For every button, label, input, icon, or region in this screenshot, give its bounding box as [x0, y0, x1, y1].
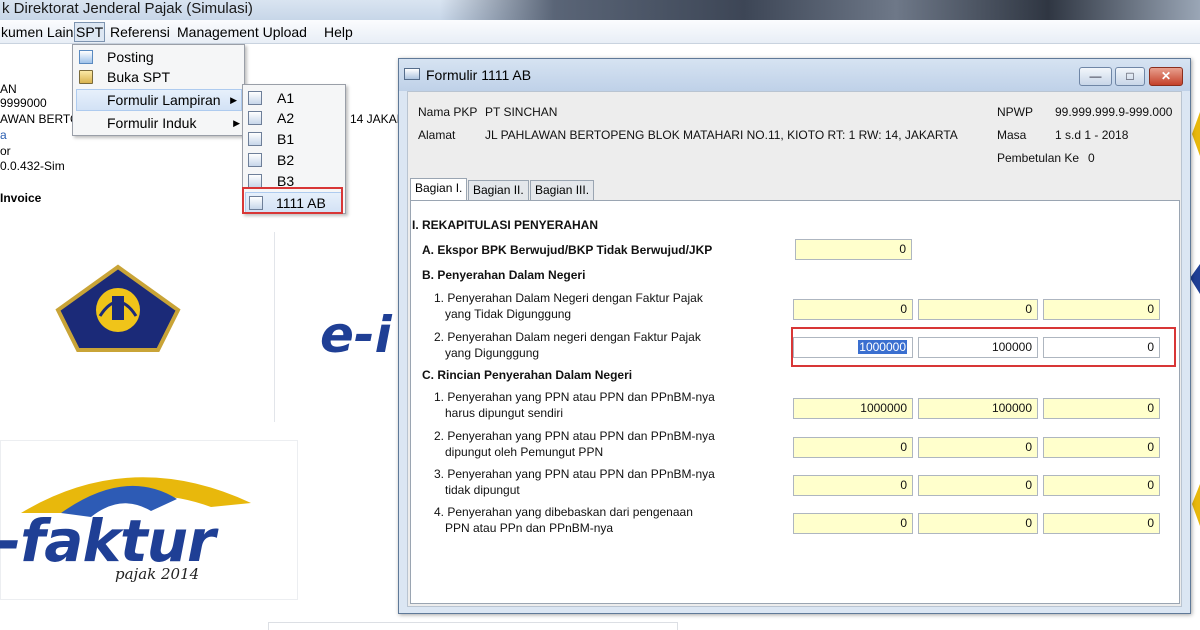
section-c-label: C. Rincian Penyerahan Dalam Negeri: [422, 368, 633, 382]
menubar: kumen Lain SPT Referensi Management Uplo…: [0, 20, 1200, 44]
info-line-1: AN: [0, 82, 17, 96]
efaktur-tagline: pajak 2014: [115, 565, 200, 583]
tab-bagian-2[interactable]: Bagian II.: [468, 180, 529, 200]
c4-label-line2: PPN atau PPn dan PPnBM-nya: [445, 521, 614, 535]
ekspor-field[interactable]: 0: [795, 239, 912, 260]
app-title: k Direktorat Jenderal Pajak (Simulasi): [2, 0, 253, 17]
submenu-item-b1[interactable]: B1: [243, 129, 345, 149]
b2-label-line1: 2. Penyerahan Dalam negeri dengan Faktur…: [434, 330, 701, 344]
b1-field-ppnbm[interactable]: 0: [1043, 299, 1160, 320]
minimize-button[interactable]: —: [1079, 67, 1112, 86]
c2-label-line2: dipungut oleh Pemungut PPN: [445, 445, 604, 459]
info-line-3: AWAN BERTO: [0, 112, 80, 126]
highlight-box-1111ab: [242, 187, 343, 214]
efaktur-logo-panel: -faktur pajak 2014: [0, 440, 298, 600]
c1-label-line2: harus dipungut sendiri: [445, 406, 564, 420]
form-doc-icon: [248, 153, 262, 167]
menu-dokumen-lain[interactable]: kumen Lain: [0, 22, 74, 42]
info-line-5: or: [0, 144, 11, 158]
bottom-panel-edge: [268, 622, 678, 630]
dialog-title: Formulir 1111 AB: [426, 67, 532, 83]
menu-referensi[interactable]: Referensi: [109, 22, 171, 42]
posting-icon: [79, 50, 93, 64]
b1-label-line1: 1. Penyerahan Dalam Negeri dengan Faktur…: [434, 291, 703, 305]
submenu-item-a2[interactable]: A2: [243, 108, 345, 128]
c3-label-line1: 3. Penyerahan yang PPN atau PPN dan PPnB…: [434, 467, 715, 481]
efaktur-big-wordmark: e-i: [320, 306, 392, 364]
submenu-arrow-icon: ▶: [230, 95, 237, 105]
close-button[interactable]: ✕: [1149, 67, 1183, 86]
submenu-item-a1[interactable]: A1: [243, 88, 345, 108]
form-doc-icon: [248, 174, 262, 188]
c2-field-ppnbm[interactable]: 0: [1043, 437, 1160, 458]
c1-field-dpp[interactable]: 1000000: [793, 398, 913, 419]
form-doc-icon: [248, 91, 262, 105]
npwp-value: 99.999.999.9-999.000: [1055, 105, 1173, 119]
c1-field-ppn[interactable]: 100000: [918, 398, 1038, 419]
tab-bagian-1[interactable]: Bagian I.: [410, 178, 468, 201]
menu-item-formulir-lampiran[interactable]: Formulir Lampiran ▶: [76, 89, 242, 111]
nama-pkp-value: PT SINCHAN: [485, 105, 558, 119]
form-doc-icon: [248, 132, 262, 146]
pembetulan-value: 0: [1088, 151, 1095, 165]
menu-item-buka-spt[interactable]: Buka SPT: [73, 67, 244, 87]
masa-label: Masa: [997, 128, 1027, 142]
b1-field-dpp[interactable]: 0: [793, 299, 913, 320]
menu-item-posting[interactable]: Posting: [73, 47, 244, 67]
section-b-label: B. Penyerahan Dalam Negeri: [422, 268, 586, 282]
app-titlebar: k Direktorat Jenderal Pajak (Simulasi): [0, 0, 1200, 20]
c4-field-ppnbm[interactable]: 0: [1043, 513, 1160, 534]
menu-spt[interactable]: SPT: [74, 22, 106, 42]
alamat-value: JL PAHLAWAN BERTOPENG BLOK MATAHARI NO.1…: [485, 128, 958, 142]
folder-icon: [79, 70, 93, 84]
invoice-label: Invoice: [0, 191, 42, 205]
dialog-titlebar[interactable]: Formulir 1111 AB — □ ✕: [399, 59, 1190, 91]
c4-field-dpp[interactable]: 0: [793, 513, 913, 534]
pembetulan-label: Pembetulan Ke: [997, 151, 1080, 165]
b2-label-line2: yang Digunggung: [445, 346, 540, 360]
menu-item-formulir-induk[interactable]: Formulir Induk ▶: [73, 113, 244, 133]
window-app-icon: [404, 68, 420, 80]
masa-value: 1 s.d 1 - 2018: [1055, 128, 1129, 142]
b1-field-ppn[interactable]: 0: [918, 299, 1038, 320]
info-line-6: 0.0.432-Sim: [0, 159, 65, 173]
c1-label-line1: 1. Penyerahan yang PPN atau PPN dan PPnB…: [434, 390, 715, 404]
spt-dropdown-menu: Posting Buka SPT Formulir Lampiran ▶ For…: [72, 44, 245, 136]
submenu-item-b2[interactable]: B2: [243, 150, 345, 170]
highlight-box-b2-row: [791, 327, 1176, 367]
form-doc-icon: [248, 111, 262, 125]
c3-field-dpp[interactable]: 0: [793, 475, 913, 496]
menu-management-upload[interactable]: Management Upload: [176, 22, 308, 42]
info-line-2: 9999000: [0, 96, 47, 110]
maximize-button[interactable]: □: [1115, 67, 1145, 86]
section-a-label: A. Ekspor BPK Berwujud/BKP Tidak Berwuju…: [422, 243, 713, 257]
alamat-label: Alamat: [418, 128, 456, 142]
c4-label-line1: 4. Penyerahan yang dibebaskan dari penge…: [434, 505, 693, 519]
b1-label-line2: yang Tidak Digunggung: [445, 307, 572, 321]
bagian-1-panel: I. REKAPITULASI PENYERAHAN A. Ekspor BPK…: [410, 200, 1180, 604]
c2-field-ppn[interactable]: 0: [918, 437, 1038, 458]
menu-help[interactable]: Help: [323, 22, 354, 42]
tab-bagian-3[interactable]: Bagian III.: [530, 180, 595, 200]
c3-label-line2: tidak dipungut: [445, 483, 520, 497]
c1-field-ppnbm[interactable]: 0: [1043, 398, 1160, 419]
info-line-4: a: [0, 128, 7, 142]
npwp-label: NPWP: [997, 105, 1033, 119]
c2-field-dpp[interactable]: 0: [793, 437, 913, 458]
djp-logo-panel: [0, 232, 275, 422]
c2-label-line1: 2. Penyerahan yang PPN atau PPN dan PPnB…: [434, 429, 715, 443]
c4-field-ppn[interactable]: 0: [918, 513, 1038, 534]
c3-field-ppnbm[interactable]: 0: [1043, 475, 1160, 496]
submenu-arrow-icon: ▶: [233, 118, 240, 128]
c3-field-ppn[interactable]: 0: [918, 475, 1038, 496]
djp-emblem-icon: [55, 264, 181, 352]
titlebar-background-photo: [440, 0, 1200, 20]
section-title: I. REKAPITULASI PENYERAHAN: [412, 218, 599, 232]
nama-pkp-label: Nama PKP: [418, 105, 478, 119]
